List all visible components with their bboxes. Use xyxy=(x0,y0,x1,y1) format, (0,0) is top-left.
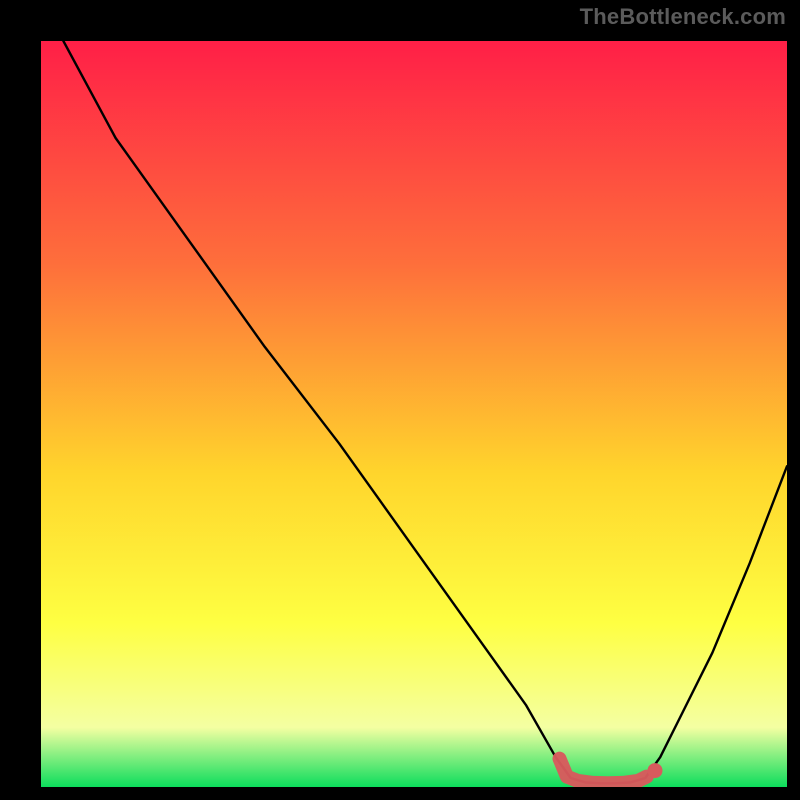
chart-plot-area xyxy=(41,41,787,787)
watermark-text: TheBottleneck.com xyxy=(580,4,786,30)
chart-frame xyxy=(14,14,786,786)
bottleneck-chart-svg xyxy=(41,41,787,787)
